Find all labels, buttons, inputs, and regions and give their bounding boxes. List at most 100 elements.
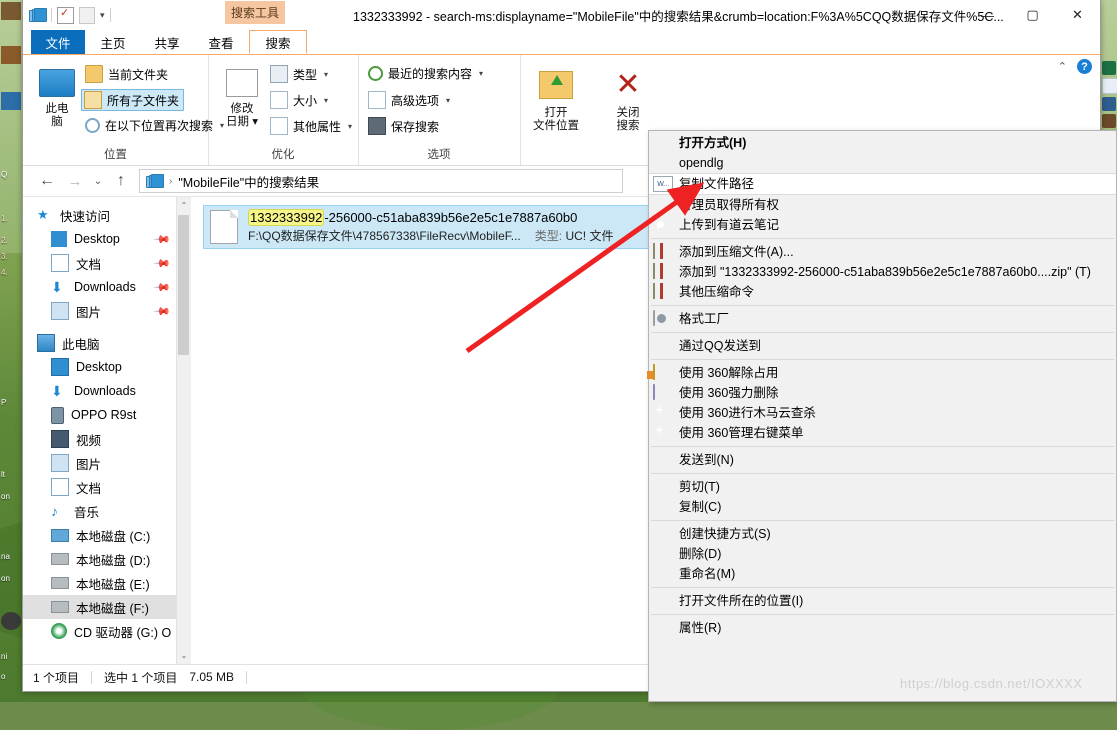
pin-icon[interactable]: 📌 <box>153 254 172 273</box>
open-file-location-button[interactable]: 打开 文件位置 <box>528 63 584 133</box>
sidebar-item-pc-downloads[interactable]: ⬇ Downloads <box>23 379 191 403</box>
sidebar-item-drive-f[interactable]: 本地磁盘 (F:) <box>23 595 191 619</box>
collapse-ribbon-icon[interactable]: ⌃ <box>1058 60 1067 73</box>
tab-search[interactable]: 搜索 <box>249 30 307 54</box>
ribbon-size[interactable]: 大小 ▾ <box>270 91 328 109</box>
this-pc-button[interactable]: 此电 脑 <box>29 63 85 129</box>
menu-item-create-shortcut[interactable]: 创建快捷方式(S) <box>649 524 1116 544</box>
ribbon-advanced-options[interactable]: 高级选项 ▾ <box>368 91 450 109</box>
recent-locations-icon[interactable]: ⌄ <box>89 169 107 193</box>
ribbon-type[interactable]: 类型 ▾ <box>270 65 328 83</box>
menu-item-add-to-named-zip[interactable]: 添加到 "1332333992-256000-c51aba839b56e2e5c… <box>649 262 1116 282</box>
sidebar-item-pictures[interactable]: 图片 📌 <box>23 299 191 323</box>
modified-date-button[interactable]: 修改 日期 ▾ <box>214 63 270 129</box>
sidebar-item-videos[interactable]: 视频 <box>23 427 191 451</box>
desktop-icon[interactable] <box>1102 114 1116 128</box>
tab-share[interactable]: 共享 <box>141 30 193 54</box>
menu-item-send-via-qq[interactable]: 通过QQ发送到 <box>649 336 1116 356</box>
new-folder-icon[interactable] <box>79 7 95 24</box>
scroll-up-icon[interactable]: ⌃ <box>177 197 191 214</box>
sidebar-item-oppo-r9st[interactable]: OPPO R9st <box>23 403 191 427</box>
close-button[interactable]: ✕ <box>1055 0 1100 30</box>
nav-root-quick-access[interactable]: ★ 快速访问 <box>23 203 191 227</box>
close-search-button[interactable]: ✕ 关闭 搜索 <box>600 63 656 133</box>
sidebar-item-documents-pc[interactable]: 文档 <box>23 475 191 499</box>
sidebar-item-drive-e[interactable]: 本地磁盘 (E:) <box>23 571 191 595</box>
folder-stack-icon[interactable] <box>29 8 46 23</box>
ribbon-other-properties[interactable]: 其他属性 ▾ <box>270 117 352 135</box>
sidebar-item-downloads[interactable]: ⬇ Downloads 📌 <box>23 275 191 299</box>
menu-item-properties[interactable]: 属性(R) <box>649 618 1116 638</box>
chevron-down-icon[interactable]: ▾ <box>479 69 483 78</box>
up-button[interactable]: ↑ <box>107 169 135 193</box>
desktop-icon[interactable] <box>1 2 21 20</box>
file-list-item[interactable]: 1332333992-256000-c51aba839b56e2e5c1e788… <box>203 205 655 249</box>
pin-icon[interactable]: 📌 <box>153 302 172 321</box>
menu-item-take-ownership[interactable]: 管理员取得所有权 <box>649 195 1116 215</box>
tab-file[interactable]: 文件 <box>31 30 85 54</box>
scrollbar-thumb[interactable] <box>178 215 189 355</box>
menu-item-rename[interactable]: 重命名(M) <box>649 564 1116 584</box>
chevron-down-icon[interactable]: ▾ <box>446 96 450 105</box>
menu-item-format-factory[interactable]: 格式工厂 <box>649 309 1116 329</box>
desktop-icon[interactable] <box>1 46 21 64</box>
menu-item-360-manage-context-menu[interactable]: 使用 360管理右键菜单 <box>649 423 1116 443</box>
menu-item-open-with[interactable]: 打开方式(H) <box>649 133 1116 153</box>
ribbon-all-subfolders[interactable]: 所有子文件夹 <box>81 89 184 111</box>
desktop-icon-column-right[interactable] <box>1101 58 1117 131</box>
back-button[interactable]: ← <box>33 169 61 193</box>
desktop-icon[interactable] <box>1102 78 1117 94</box>
desktop-icon-excel[interactable] <box>1102 61 1116 75</box>
menu-item-upload-youdao[interactable]: 上传到有道云笔记 <box>649 215 1116 235</box>
menu-item-open-file-location[interactable]: 打开文件所在的位置(I) <box>649 591 1116 611</box>
menu-item-add-to-archive[interactable]: 添加到压缩文件(A)... <box>649 242 1116 262</box>
desktop-icon[interactable] <box>1102 97 1116 111</box>
nav-root-this-pc[interactable]: 此电脑 <box>23 331 191 355</box>
menu-item-copy-file-path[interactable]: W… 复制文件路径 <box>649 173 1116 195</box>
sidebar-item-music[interactable]: ♪ 音乐 <box>23 499 191 523</box>
chevron-down-icon[interactable]: ▾ <box>100 10 105 21</box>
chevron-down-icon[interactable]: ▾ <box>324 70 328 79</box>
sidebar-item-drive-d[interactable]: 本地磁盘 (D:) <box>23 547 191 571</box>
menu-item-360-unlock[interactable]: 使用 360解除占用 <box>649 363 1116 383</box>
minimize-button[interactable]: — <box>965 0 1010 30</box>
ribbon-current-folder[interactable]: 当前文件夹 <box>85 65 168 83</box>
sidebar-item-pc-desktop[interactable]: Desktop <box>23 355 191 379</box>
menu-item-opendlg[interactable]: opendlg <box>649 153 1116 173</box>
help-icon[interactable]: ? <box>1077 59 1092 74</box>
window-buttons[interactable]: — ▢ ✕ <box>965 0 1100 30</box>
sidebar-item-desktop[interactable]: Desktop 📌 <box>23 227 191 251</box>
ribbon-save-search[interactable]: 保存搜索 <box>368 117 439 135</box>
tab-view[interactable]: 查看 <box>199 30 243 54</box>
quick-access-toolbar[interactable]: ▾ <box>29 4 111 26</box>
scroll-down-icon[interactable]: ⌄ <box>177 647 191 664</box>
sidebar-item-documents[interactable]: 文档 📌 <box>23 251 191 275</box>
address-field[interactable]: › "MobileFile"中的搜索结果 <box>139 169 623 193</box>
forward-button[interactable]: → <box>61 169 89 193</box>
ribbon-tabs[interactable]: 文件 主页 共享 查看 搜索 <box>23 30 1100 55</box>
breadcrumb[interactable]: "MobileFile"中的搜索结果 <box>178 172 319 191</box>
properties-icon[interactable] <box>57 7 74 24</box>
menu-item-send-to[interactable]: 发送到(N) <box>649 450 1116 470</box>
chevron-down-icon[interactable]: ▾ <box>324 96 328 105</box>
desktop-icon[interactable] <box>1 92 21 110</box>
context-menu[interactable]: 打开方式(H) opendlg W… 复制文件路径 管理员取得所有权 上传到有道… <box>648 130 1117 702</box>
menu-item-copy[interactable]: 复制(C) <box>649 497 1116 517</box>
navigation-scrollbar[interactable]: ⌃ ⌄ <box>176 197 191 664</box>
menu-item-cut[interactable]: 剪切(T) <box>649 477 1116 497</box>
tab-home[interactable]: 主页 <box>91 30 135 54</box>
menu-item-360-force-delete[interactable]: 使用 360强力删除 <box>649 383 1116 403</box>
menu-item-360-cloud-scan[interactable]: 使用 360进行木马云查杀 <box>649 403 1116 423</box>
maximize-button[interactable]: ▢ <box>1010 0 1055 30</box>
chevron-down-icon[interactable]: ▾ <box>348 122 352 131</box>
sidebar-item-cd-drive-g[interactable]: CD 驱动器 (G:) O <box>23 619 191 643</box>
menu-item-other-archive-commands[interactable]: 其他压缩命令 <box>649 282 1116 302</box>
menu-item-delete[interactable]: 删除(D) <box>649 544 1116 564</box>
pin-icon[interactable]: 📌 <box>153 230 172 249</box>
pin-icon[interactable]: 📌 <box>153 278 172 297</box>
sidebar-item-pictures-pc[interactable]: 图片 <box>23 451 191 475</box>
desktop-icon-column[interactable]: Q 1. 2. 3. 4. P lt on na on ni o <box>0 0 22 702</box>
ribbon-corner[interactable]: ⌃ ? <box>1058 59 1092 74</box>
ribbon-recent-searches[interactable]: 最近的搜索内容 ▾ <box>368 65 483 82</box>
navigation-pane[interactable]: ★ 快速访问 Desktop 📌 文档 📌 ⬇ Downloads 📌 图片 <box>23 197 191 664</box>
